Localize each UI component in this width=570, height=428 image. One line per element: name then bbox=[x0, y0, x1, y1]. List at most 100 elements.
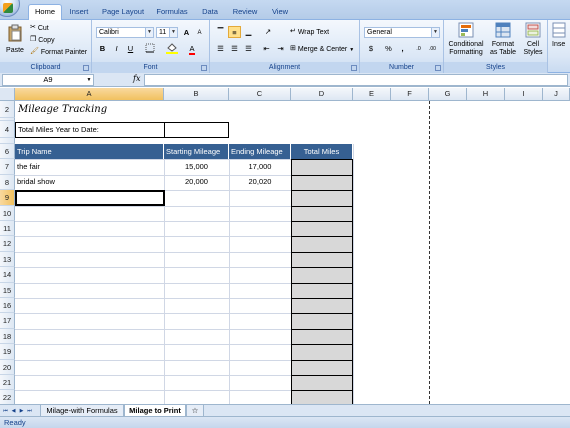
total-miles-cell[interactable] bbox=[291, 174, 353, 192]
total-miles-cell[interactable] bbox=[291, 236, 353, 253]
font-size-combo[interactable]: 11 ▼ bbox=[156, 27, 178, 38]
row-header-9[interactable]: 9 bbox=[0, 190, 15, 206]
cell-ending-mileage[interactable]: 17,000 bbox=[229, 160, 291, 174]
conditional-formatting-button[interactable]: Conditional Formatting bbox=[446, 22, 486, 57]
office-button[interactable] bbox=[0, 0, 20, 17]
increase-indent-button[interactable]: ⇥ bbox=[274, 43, 287, 55]
italic-button[interactable]: I bbox=[110, 43, 123, 55]
row-header-15[interactable]: 15 bbox=[0, 282, 15, 298]
next-sheet-icon[interactable]: ▶ bbox=[18, 407, 25, 415]
align-left-button[interactable]: ☰ bbox=[214, 43, 227, 55]
cut-button[interactable]: ✂ Cut bbox=[30, 23, 49, 34]
total-miles-cell[interactable] bbox=[291, 359, 353, 376]
total-miles-cell[interactable] bbox=[291, 298, 353, 315]
first-sheet-icon[interactable]: ⏮ bbox=[2, 407, 9, 415]
row-header-7[interactable]: 7 bbox=[0, 159, 15, 175]
align-bottom-button[interactable]: ▁ bbox=[242, 26, 255, 38]
number-dialog-launcher[interactable] bbox=[435, 65, 441, 71]
total-miles-cell[interactable] bbox=[291, 313, 353, 330]
column-header-g[interactable]: G bbox=[429, 88, 467, 101]
format-as-table-button[interactable]: Format as Table bbox=[488, 22, 518, 57]
sheet-title[interactable]: Mileage Tracking bbox=[16, 102, 107, 117]
tab-review[interactable]: Review bbox=[228, 5, 262, 20]
row-header-14[interactable]: 14 bbox=[0, 267, 15, 283]
column-header-j[interactable]: J bbox=[543, 88, 570, 101]
paste-button[interactable]: Paste bbox=[4, 24, 26, 56]
prev-sheet-icon[interactable]: ◀ bbox=[10, 407, 17, 415]
column-header-d[interactable]: D bbox=[291, 88, 353, 101]
format-painter-button[interactable]: 🖌 Format Painter bbox=[30, 47, 87, 58]
cell-ending-mileage[interactable]: 20,020 bbox=[229, 175, 291, 189]
number-format-combo[interactable]: General ▼ bbox=[364, 27, 440, 38]
row-header-4[interactable]: 4 bbox=[0, 121, 15, 138]
orientation-button[interactable]: ↗ bbox=[260, 26, 276, 38]
column-header-a[interactable]: A bbox=[15, 88, 164, 101]
row-header-6[interactable]: 6 bbox=[0, 144, 15, 160]
column-header-f[interactable]: F bbox=[391, 88, 429, 101]
cell-trip-name[interactable]: the fair bbox=[15, 160, 164, 174]
increase-decimal-button[interactable]: .0 bbox=[412, 43, 425, 55]
comma-button[interactable]: , bbox=[396, 43, 409, 55]
header-ending-mileage[interactable]: Ending Mileage bbox=[229, 144, 291, 160]
total-miles-cell[interactable] bbox=[291, 375, 353, 392]
total-miles-cell[interactable] bbox=[291, 251, 353, 269]
tab-data[interactable]: Data bbox=[196, 5, 224, 20]
row-header-22[interactable]: 22 bbox=[0, 390, 15, 404]
total-miles-value-cell[interactable] bbox=[164, 122, 229, 138]
column-header-c[interactable]: C bbox=[229, 88, 291, 101]
row-header-10[interactable]: 10 bbox=[0, 205, 15, 221]
clipboard-dialog-launcher[interactable] bbox=[83, 65, 89, 71]
header-starting-mileage[interactable]: Starting Mileage bbox=[164, 144, 229, 160]
header-trip-name[interactable]: Trip Name bbox=[15, 144, 164, 160]
total-miles-cell[interactable] bbox=[291, 205, 353, 222]
decrease-decimal-button[interactable]: .00 bbox=[426, 43, 439, 55]
name-box[interactable]: A9 ▼ bbox=[2, 74, 94, 86]
row-header-11[interactable]: 11 bbox=[0, 221, 15, 237]
font-dialog-launcher[interactable] bbox=[201, 65, 207, 71]
currency-button[interactable]: $ bbox=[364, 43, 378, 55]
total-miles-cell[interactable] bbox=[291, 190, 353, 207]
row-header-20[interactable]: 20 bbox=[0, 359, 15, 375]
cell-trip-name[interactable]: bridal show bbox=[15, 175, 164, 189]
align-right-button[interactable]: ☰ bbox=[242, 43, 255, 55]
total-miles-cell[interactable] bbox=[291, 282, 353, 299]
underline-button[interactable]: U bbox=[124, 43, 137, 55]
wrap-text-button[interactable]: ↵ Wrap Text bbox=[290, 27, 329, 38]
row-header-17[interactable]: 17 bbox=[0, 313, 15, 329]
total-miles-cell[interactable] bbox=[291, 390, 353, 404]
bold-button[interactable]: B bbox=[96, 43, 109, 55]
tab-view[interactable]: View bbox=[266, 5, 294, 20]
total-miles-cell[interactable] bbox=[291, 267, 353, 284]
merge-center-button[interactable]: ⊞ Merge & Center ▼ bbox=[290, 44, 354, 55]
total-miles-cell[interactable] bbox=[291, 328, 353, 346]
select-all-corner[interactable] bbox=[0, 88, 15, 101]
grow-font-button[interactable]: A bbox=[180, 27, 193, 39]
percent-button[interactable]: % bbox=[382, 43, 395, 55]
column-header-h[interactable]: H bbox=[467, 88, 505, 101]
insert-function-icon[interactable]: fx bbox=[133, 74, 140, 83]
alignment-dialog-launcher[interactable] bbox=[351, 65, 357, 71]
total-miles-cell[interactable] bbox=[291, 221, 353, 238]
cell-starting-mileage[interactable]: 15,000 bbox=[164, 160, 229, 174]
row-header-8[interactable]: 8 bbox=[0, 174, 15, 191]
row-header-18[interactable]: 18 bbox=[0, 328, 15, 345]
row-header-2[interactable]: 2 bbox=[0, 101, 15, 118]
copy-button[interactable]: ❐ Copy bbox=[30, 35, 55, 46]
align-center-button[interactable]: ☰ bbox=[228, 43, 241, 55]
tab-home[interactable]: Home bbox=[28, 4, 62, 21]
row-header-19[interactable]: 19 bbox=[0, 344, 15, 360]
tab-insert[interactable]: Insert bbox=[64, 5, 94, 20]
align-top-button[interactable]: ▔ bbox=[214, 26, 227, 38]
row-header-16[interactable]: 16 bbox=[0, 298, 15, 314]
decrease-indent-button[interactable]: ⇤ bbox=[260, 43, 273, 55]
shrink-font-button[interactable]: A bbox=[193, 27, 206, 39]
font-name-combo[interactable]: Calibri ▼ bbox=[96, 27, 154, 38]
active-cell-a9[interactable] bbox=[15, 189, 165, 206]
align-middle-button[interactable]: ≡ bbox=[228, 26, 241, 38]
formula-input[interactable] bbox=[144, 74, 568, 86]
column-header-i[interactable]: I bbox=[505, 88, 543, 101]
row-header-21[interactable]: 21 bbox=[0, 375, 15, 391]
insert-cells-button[interactable]: Inse bbox=[552, 22, 570, 49]
fill-color-button[interactable] bbox=[164, 43, 180, 55]
row-header-12[interactable]: 12 bbox=[0, 236, 15, 252]
